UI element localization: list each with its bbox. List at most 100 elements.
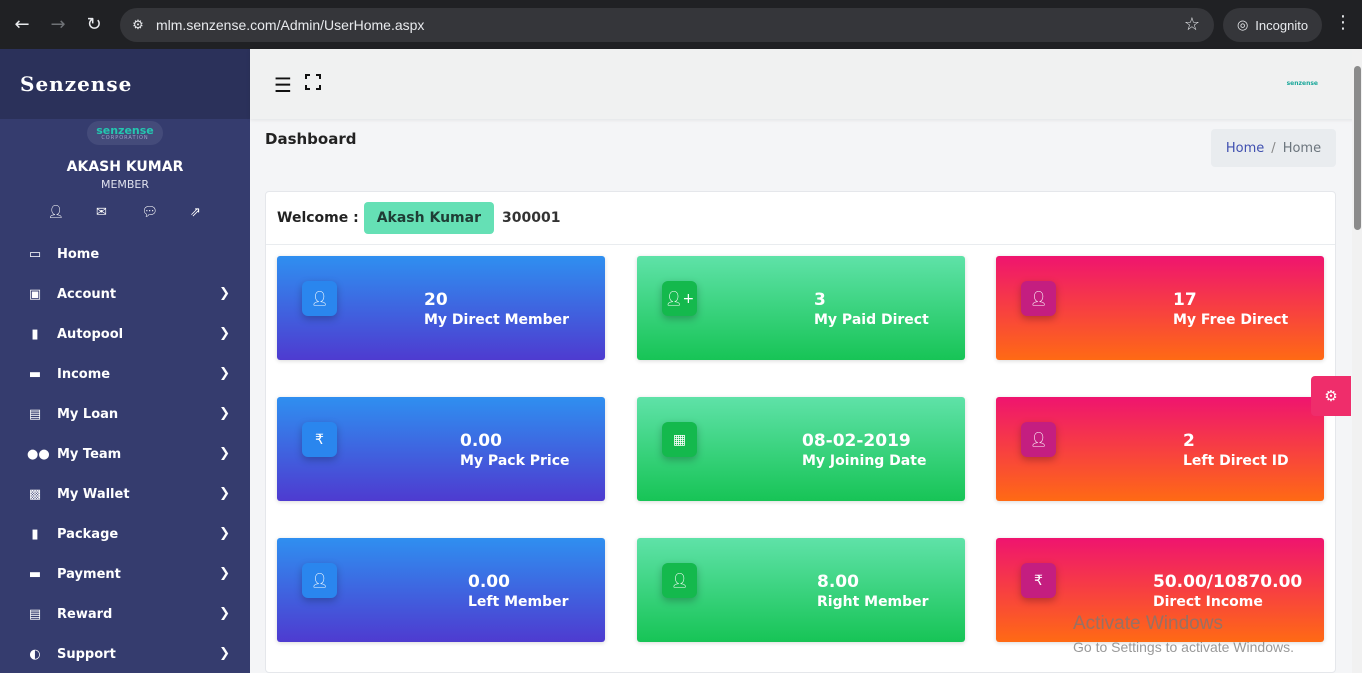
stat-value: 3 [814, 290, 826, 310]
browser-toolbar: ← → ↻ ⚙ mlm.senzense.com/Admin/UserHome.… [0, 0, 1362, 49]
stat-card-direct-member[interactable]: 👤︎ 20 My Direct Member [277, 256, 605, 360]
stat-card-left-direct-id[interactable]: 👤︎ 2 Left Direct ID [996, 397, 1324, 501]
hamburger-menu-icon[interactable]: ☰ [274, 73, 292, 97]
address-bar[interactable]: ⚙ mlm.senzense.com/Admin/UserHome.aspx ☆ [120, 8, 1214, 42]
incognito-icon: ◎ [1236, 17, 1249, 32]
brand-title[interactable]: Senzense [0, 49, 250, 119]
sidebar-item-label: Income [57, 366, 111, 382]
file-icon: ▮ [31, 326, 39, 342]
file-icon: ▮ [31, 526, 39, 542]
stat-card-free-direct[interactable]: 👤︎ 17 My Free Direct [996, 256, 1324, 360]
stat-value: 08-02-2019 [802, 431, 911, 451]
sidebar-item-label: Package [57, 526, 119, 542]
stat-card-left-member[interactable]: 👤︎ 0.00 Left Member [277, 538, 605, 642]
sidebar: Senzense senzense CORPORATION AKASH KUMA… [0, 49, 250, 673]
chevron-right-icon: ❯ [219, 446, 230, 461]
welcome-row: Welcome : Akash Kumar 300001 [266, 192, 1335, 245]
sidebar-item-payment[interactable]: ▬ Payment ❯ [0, 554, 250, 594]
chevron-right-icon: ❯ [219, 646, 230, 661]
wallet-icon: ▩ [28, 486, 42, 502]
stat-label: My Direct Member [424, 312, 570, 328]
chevron-right-icon: ❯ [219, 606, 230, 621]
breadcrumb-separator: / [1271, 140, 1276, 156]
chat-icon[interactable]: 💬︎ [142, 205, 159, 220]
incognito-label: Incognito [1255, 17, 1309, 33]
topbar-logo[interactable]: senzense [1287, 80, 1318, 87]
credit-card-icon: ▬ [28, 366, 42, 382]
stat-value: 8.00 [817, 572, 859, 592]
user-name: AKASH KUMAR [66, 159, 184, 175]
sidebar-item-label: My Wallet [57, 486, 130, 502]
calendar-icon: ▦ [662, 422, 697, 457]
user-actions: 👤︎ ✉︎ 💬︎ ⇗ [0, 205, 250, 220]
company-logo: senzense CORPORATION [87, 121, 163, 145]
stat-label: Left Direct ID [1183, 453, 1289, 469]
user-icon: 👤︎ [302, 281, 337, 316]
logout-icon[interactable]: ⇗ [189, 205, 203, 220]
user-role: MEMBER [100, 178, 150, 191]
stat-card-right-member[interactable]: 👤︎ 8.00 Right Member [637, 538, 965, 642]
browser-menu-icon[interactable]: ⋮ [1334, 12, 1352, 33]
sidebar-item-label: Home [57, 246, 100, 262]
stat-value: 0.00 [468, 572, 510, 592]
breadcrumb: Home / Home [1211, 129, 1336, 167]
chevron-right-icon: ❯ [219, 486, 230, 501]
stat-value: 50.00/10870.00 [1153, 572, 1303, 592]
id-card-icon: ▤ [28, 606, 42, 622]
chevron-right-icon: ❯ [219, 326, 230, 341]
sidebar-item-income[interactable]: ▬ Income ❯ [0, 354, 250, 394]
sidebar-item-my-loan[interactable]: ▤ My Loan ❯ [0, 394, 250, 434]
sidebar-item-reward[interactable]: ▤ Reward ❯ [0, 594, 250, 634]
monitor-icon: ▭ [28, 246, 42, 262]
chevron-right-icon: ❯ [219, 406, 230, 421]
incognito-badge[interactable]: ◎ Incognito [1223, 8, 1322, 42]
user-plus-icon: 👤︎+ [662, 281, 697, 316]
sidebar-item-label: Payment [57, 566, 121, 582]
windows-activation-watermark: Activate Windows Go to Settings to activ… [1073, 613, 1294, 655]
bookmark-star-icon[interactable]: ☆ [1184, 14, 1200, 35]
sidebar-item-label: Reward [57, 606, 113, 622]
rupee-icon: ₹ [1021, 563, 1056, 598]
fullscreen-icon[interactable] [305, 74, 321, 90]
breadcrumb-home-link[interactable]: Home [1226, 141, 1264, 156]
user-name-badge: Akash Kumar [363, 202, 494, 234]
url-text[interactable]: mlm.senzense.com/Admin/UserHome.aspx [156, 17, 424, 33]
forward-icon[interactable]: → [40, 0, 76, 49]
user-icon: 👤︎ [1021, 422, 1056, 457]
watermark-title: Activate Windows [1073, 613, 1223, 634]
sidebar-item-my-team[interactable]: ●● My Team ❯ [0, 434, 250, 474]
stat-card-paid-direct[interactable]: 👤︎+ 3 My Paid Direct [637, 256, 965, 360]
stat-label: My Joining Date [802, 453, 927, 469]
sidebar-item-package[interactable]: ▮ Package ❯ [0, 514, 250, 554]
chevron-right-icon: ❯ [219, 566, 230, 581]
user-icon: 👤︎ [302, 563, 337, 598]
sidebar-item-label: Account [57, 286, 117, 302]
stat-card-pack-price[interactable]: ₹ 0.00 My Pack Price [277, 397, 605, 501]
sidebar-item-support[interactable]: ◐ Support ❯ [0, 634, 250, 673]
chevron-right-icon: ❯ [219, 286, 230, 301]
stat-label: Left Member [468, 594, 569, 610]
sidebar-item-my-wallet[interactable]: ▩ My Wallet ❯ [0, 474, 250, 514]
sidebar-item-label: My Loan [57, 406, 119, 422]
mail-icon[interactable]: ✉︎ [95, 205, 109, 220]
user-id: 300001 [502, 210, 561, 226]
rupee-icon: ₹ [302, 422, 337, 457]
sidebar-item-autopool[interactable]: ▮ Autopool ❯ [0, 314, 250, 354]
chevron-right-icon: ❯ [219, 526, 230, 541]
users-icon: ●● [27, 446, 50, 462]
sidebar-item-account[interactable]: ▣ Account ❯ [0, 274, 250, 314]
back-icon[interactable]: ← [4, 0, 40, 49]
welcome-label: Welcome : [277, 210, 359, 226]
stat-card-joining-date[interactable]: ▦ 08-02-2019 My Joining Date [637, 397, 965, 501]
sidebar-item-home[interactable]: ▭ Home [0, 234, 250, 274]
book-icon: ▣ [28, 286, 42, 302]
sidebar-item-label: Support [57, 646, 116, 662]
stat-label: My Pack Price [460, 453, 570, 469]
site-info-icon[interactable]: ⚙ [120, 18, 156, 33]
profile-icon[interactable]: 👤︎ [48, 205, 65, 220]
scrollbar-thumb[interactable] [1354, 66, 1361, 230]
stat-label: Direct Income [1153, 594, 1263, 610]
settings-gear-icon[interactable]: ⚙ [1311, 376, 1351, 416]
reload-icon[interactable]: ↻ [76, 0, 112, 49]
stat-value: 17 [1173, 290, 1197, 310]
